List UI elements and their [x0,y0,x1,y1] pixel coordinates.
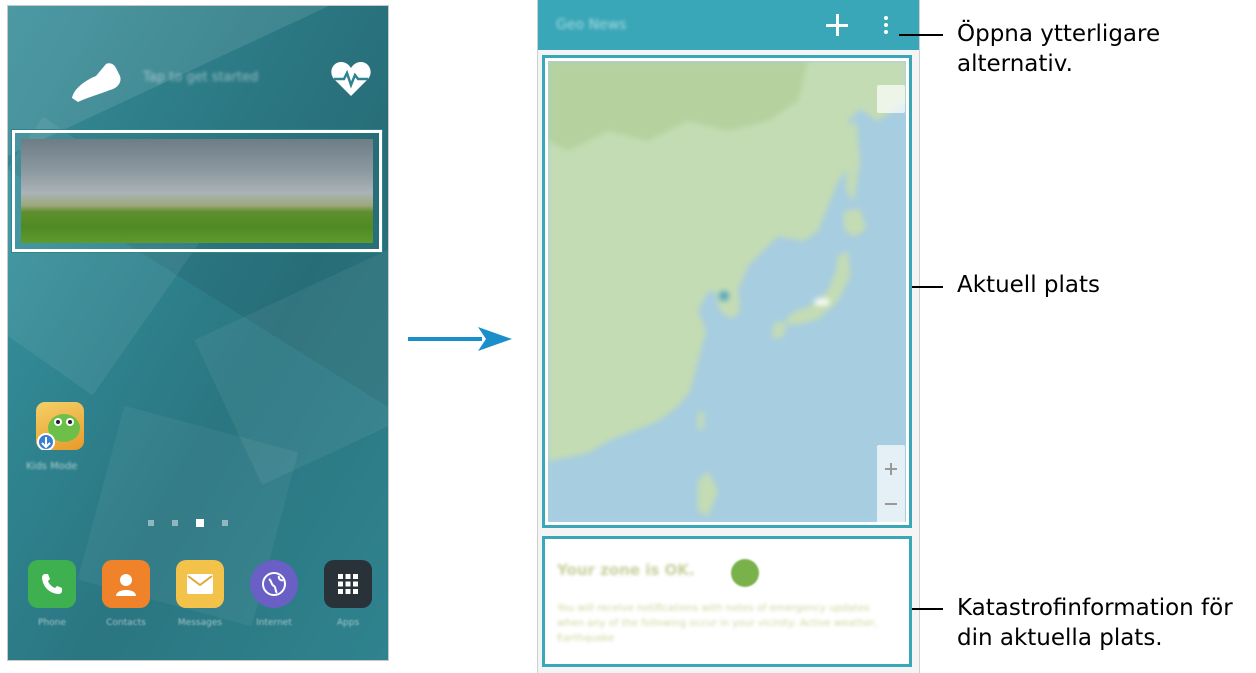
weather-landscape-image [21,139,373,243]
apps-icon [324,560,372,608]
zoom-controls[interactable] [877,445,905,522]
internet-icon [250,560,298,608]
page-dot [148,520,154,526]
geo-news-widget-highlight[interactable] [12,130,382,252]
app-dock: Phone Contacts Messages Internet Apps [22,560,378,628]
dock-internet[interactable]: Internet [244,560,304,628]
zoom-in-icon[interactable] [885,463,897,475]
kids-mode-label: Kids Mode [26,461,78,472]
zone-status-title: Your zone is OK. [557,561,695,579]
zoom-out-icon[interactable] [885,503,897,505]
home-screen: Tap to get started Kids Mode Phone Conta… [8,6,388,660]
contacts-icon [102,560,150,608]
map-view[interactable] [548,61,906,522]
page-indicator[interactable] [148,519,228,527]
geo-news-screen: Geo News Your zone is OK. You will recei… [537,0,920,673]
callout-line-more-options [899,34,943,36]
dock-apps[interactable]: Apps [318,560,378,628]
zone-status-description: You will receive notifications with note… [557,603,879,644]
shoe-icon[interactable] [66,58,126,104]
zone-status-indicator [731,559,759,587]
more-options-icon[interactable] [881,16,891,38]
callout-current-location: Aktuell plats [957,272,1100,298]
callout-more-options: Öppna ytterligare alternativ. [957,21,1161,77]
phone-icon [28,560,76,608]
app-bar: Geo News [538,0,919,50]
my-location-button[interactable] [877,85,905,113]
dock-contacts[interactable]: Contacts [96,560,156,628]
dock-messages[interactable]: Messages [170,560,230,628]
add-icon[interactable] [826,14,848,36]
app-title: Geo News [556,17,627,33]
callout-disaster-info: Katastrofinformation för din aktuella pl… [957,595,1233,651]
active-page-dot [196,519,204,527]
page-dot [222,520,228,526]
dock-phone[interactable]: Phone [22,560,82,628]
callout-line-disaster-info [912,608,943,610]
kids-mode-icon[interactable] [36,402,84,451]
arrow-right-icon [408,327,512,351]
home-page-dot [172,520,178,526]
callout-line-current-location [912,286,943,288]
s-health-widget-text[interactable]: Tap to get started [143,70,258,85]
disaster-info-panel-highlight[interactable]: Your zone is OK. You will receive notifi… [542,536,912,667]
messages-icon [176,560,224,608]
current-location-map-highlight [542,55,912,528]
heart-rate-icon[interactable] [330,60,372,98]
